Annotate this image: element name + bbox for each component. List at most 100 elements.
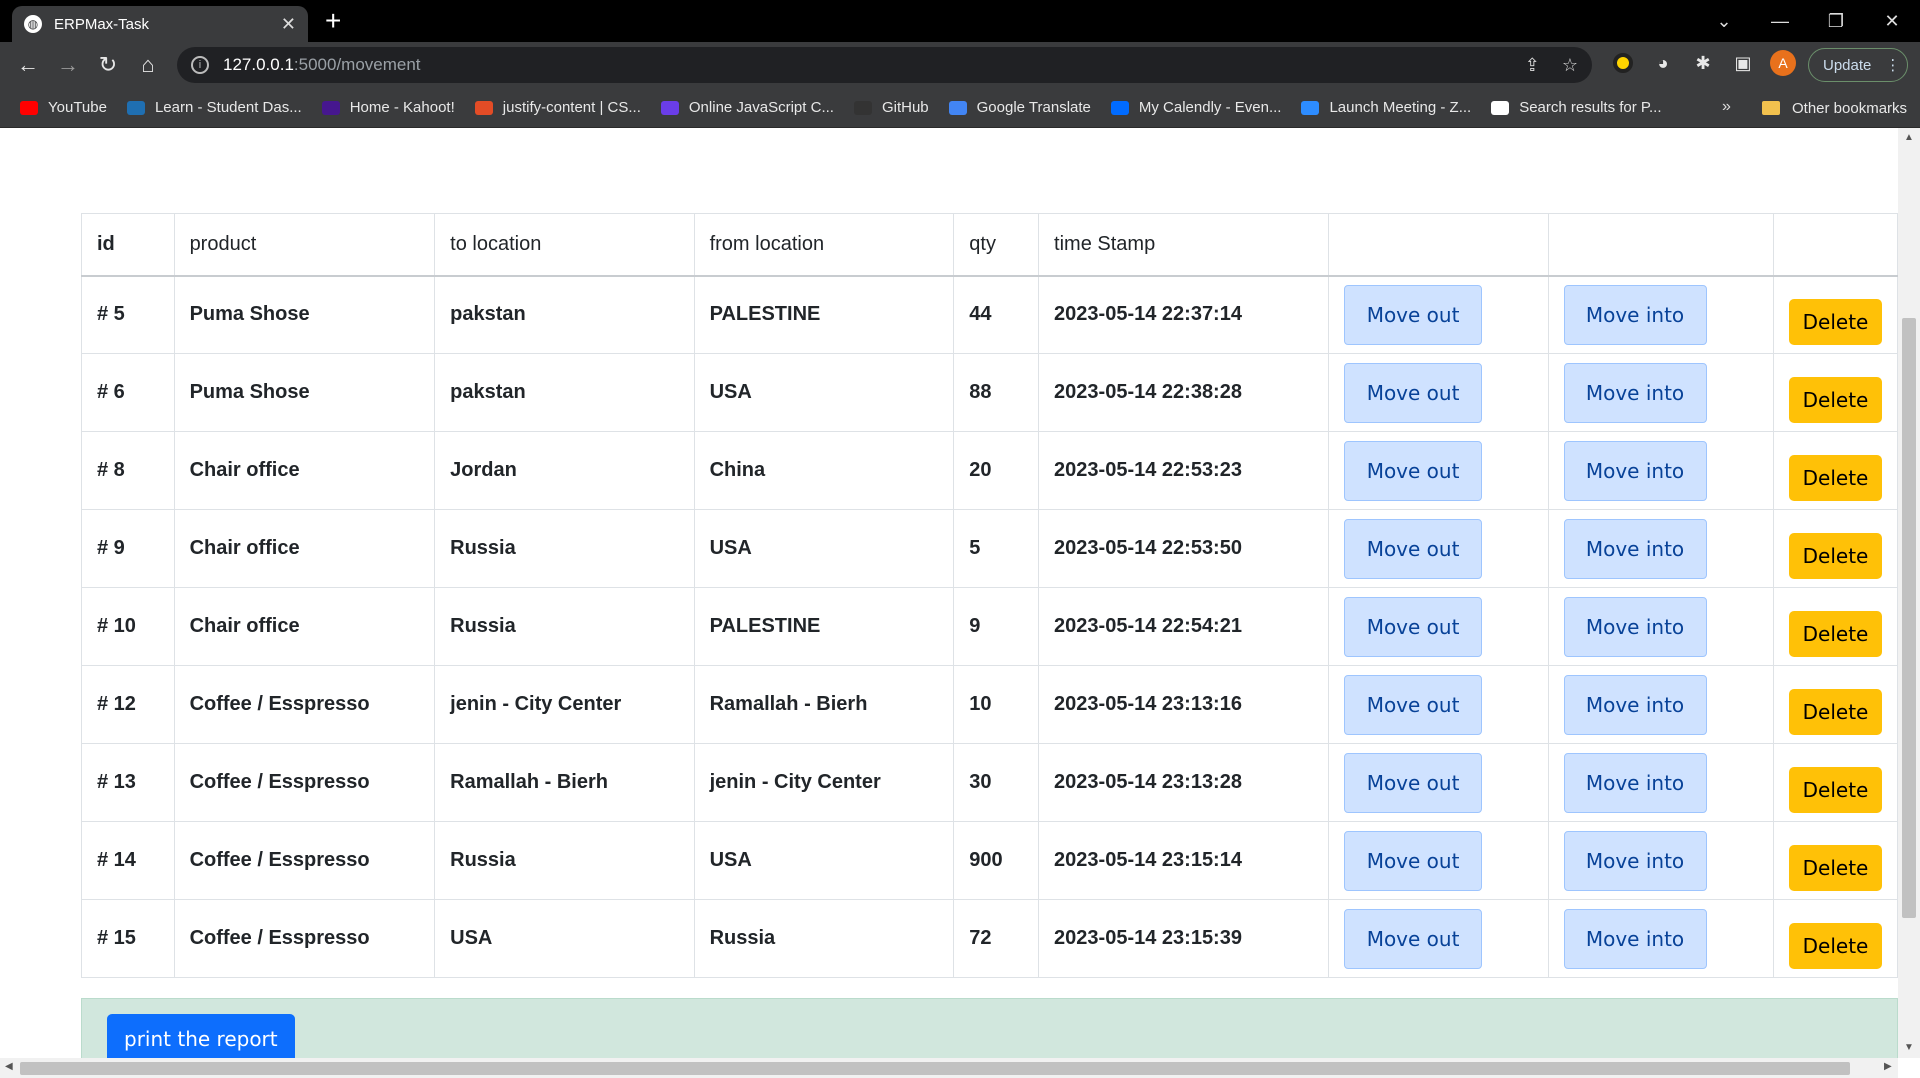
scroll-down-icon[interactable]: ▼	[1904, 1042, 1914, 1053]
vertical-scrollbar[interactable]: ▲ ▼	[1898, 128, 1920, 1058]
bookmark-star-icon[interactable]: ☆	[1562, 55, 1578, 76]
move-out-button[interactable]: Move out	[1344, 597, 1482, 657]
other-bookmarks[interactable]: Other bookmarks	[1762, 88, 1907, 128]
puzzle-icon[interactable]: ✱	[1690, 50, 1716, 76]
horizontal-scroll-thumb[interactable]	[20, 1062, 1850, 1075]
movement-table: id product to location from location qty…	[81, 213, 1898, 978]
bookmarks-overflow-icon[interactable]: »	[1722, 98, 1731, 116]
bookmark-item[interactable]: Online JavaScript C...	[661, 99, 834, 116]
update-label: Update	[1823, 57, 1871, 74]
profile-avatar[interactable]: A	[1770, 50, 1796, 76]
delete-button[interactable]: Delete	[1789, 689, 1882, 735]
move-into-button[interactable]: Move into	[1564, 363, 1707, 423]
cell-qty: 5	[954, 510, 1039, 588]
move-out-button[interactable]: Move out	[1344, 363, 1482, 423]
scroll-up-icon[interactable]: ▲	[1904, 132, 1914, 143]
move-into-button[interactable]: Move into	[1564, 909, 1707, 969]
bookmark-item[interactable]: Search results for P...	[1491, 99, 1661, 116]
site-info-icon[interactable]: i	[191, 56, 209, 74]
delete-button[interactable]: Delete	[1789, 923, 1882, 969]
bookmark-item[interactable]: Google Translate	[949, 99, 1091, 116]
delete-button-cell: Delete	[1774, 276, 1898, 354]
update-button[interactable]: Update ⋮	[1808, 48, 1908, 82]
move-out-button[interactable]: Move out	[1344, 753, 1482, 813]
extension-icon[interactable]	[1610, 50, 1636, 76]
close-window-icon[interactable]: ✕	[1864, 11, 1920, 32]
delete-button[interactable]: Delete	[1789, 455, 1882, 501]
move-into-button[interactable]: Move into	[1564, 753, 1707, 813]
reload-icon[interactable]: ↻	[88, 52, 128, 78]
url-path: :5000/movement	[294, 55, 421, 75]
move-out-button-cell: Move out	[1329, 276, 1548, 354]
cell-time-stamp: 2023-05-14 23:15:14	[1039, 822, 1329, 900]
cell-to-location: Russia	[435, 588, 694, 666]
header-empty	[1774, 214, 1898, 276]
header-time-stamp: time Stamp	[1039, 214, 1329, 276]
move-out-button[interactable]: Move out	[1344, 285, 1482, 345]
move-out-button[interactable]: Move out	[1344, 675, 1482, 735]
tab-search-icon[interactable]: ⌄	[1696, 11, 1752, 32]
cell-id: # 5	[82, 276, 175, 354]
cell-to-location: Ramallah - Bierh	[435, 744, 694, 822]
cell-id: # 14	[82, 822, 175, 900]
move-into-button[interactable]: Move into	[1564, 597, 1707, 657]
move-into-button-cell: Move into	[1548, 354, 1774, 432]
browser-tab[interactable]: ◍ ERPMax-Task ✕	[12, 6, 308, 42]
new-tab-button[interactable]: +	[325, 5, 341, 37]
bookmark-item[interactable]: YouTube	[20, 99, 107, 116]
move-into-button[interactable]: Move into	[1564, 675, 1707, 735]
restore-icon[interactable]: ❐	[1808, 11, 1864, 32]
move-into-button[interactable]: Move into	[1564, 519, 1707, 579]
cell-qty: 20	[954, 432, 1039, 510]
move-out-button[interactable]: Move out	[1344, 441, 1482, 501]
move-out-button-cell: Move out	[1329, 822, 1548, 900]
move-into-button[interactable]: Move into	[1564, 441, 1707, 501]
share-icon[interactable]: ⇪	[1525, 55, 1540, 76]
vertical-scroll-thumb[interactable]	[1902, 318, 1916, 918]
bookmark-label: Launch Meeting - Z...	[1329, 99, 1471, 116]
side-panel-icon[interactable]: ▣	[1730, 50, 1756, 76]
bookmark-item[interactable]: Learn - Student Das...	[127, 99, 302, 116]
cell-from-location: Ramallah - Bierh	[694, 666, 954, 744]
delete-button[interactable]: Delete	[1789, 533, 1882, 579]
address-bar[interactable]: i 127.0.0.1:5000/movement ⇪ ☆	[177, 47, 1592, 83]
cell-from-location: USA	[694, 354, 954, 432]
home-icon[interactable]: ⌂	[128, 52, 168, 78]
delete-button-cell: Delete	[1774, 354, 1898, 432]
move-out-button[interactable]: Move out	[1344, 519, 1482, 579]
delete-button[interactable]: Delete	[1789, 845, 1882, 891]
bookmark-label: My Calendly - Even...	[1139, 99, 1282, 116]
back-arrow-icon[interactable]: ←	[8, 52, 48, 78]
delete-button[interactable]: Delete	[1789, 377, 1882, 423]
bookmark-item[interactable]: GitHub	[854, 99, 929, 116]
delete-button-cell: Delete	[1774, 588, 1898, 666]
bookmark-item[interactable]: Launch Meeting - Z...	[1301, 99, 1471, 116]
minimize-icon[interactable]: —	[1752, 11, 1808, 32]
bookmark-item[interactable]: My Calendly - Even...	[1111, 99, 1282, 116]
delete-button[interactable]: Delete	[1789, 299, 1882, 345]
scroll-left-icon[interactable]: ◀	[5, 1061, 13, 1072]
cell-to-location: Russia	[435, 822, 694, 900]
cell-qty: 10	[954, 666, 1039, 744]
bookmark-favicon-icon	[661, 101, 679, 115]
extension-color-icon[interactable]: ◕	[1650, 50, 1676, 76]
bookmark-label: GitHub	[882, 99, 929, 116]
bookmark-item[interactable]: Home - Kahoot!	[322, 99, 455, 116]
cell-qty: 900	[954, 822, 1039, 900]
move-into-button[interactable]: Move into	[1564, 285, 1707, 345]
move-out-button[interactable]: Move out	[1344, 909, 1482, 969]
cell-product: Coffee / Esspresso	[174, 822, 435, 900]
kebab-menu-icon[interactable]: ⋮	[1885, 56, 1900, 74]
move-into-button[interactable]: Move into	[1564, 831, 1707, 891]
bookmark-item[interactable]: justify-content | CS...	[475, 99, 641, 116]
move-out-button[interactable]: Move out	[1344, 831, 1482, 891]
cell-to-location: pakstan	[435, 276, 694, 354]
print-report-button[interactable]: print the report	[107, 1014, 295, 1058]
cell-time-stamp: 2023-05-14 22:53:50	[1039, 510, 1329, 588]
horizontal-scrollbar[interactable]: ◀ ▶	[0, 1058, 1898, 1078]
delete-button[interactable]: Delete	[1789, 767, 1882, 813]
forward-arrow-icon[interactable]: →	[48, 52, 88, 78]
scroll-right-icon[interactable]: ▶	[1884, 1061, 1892, 1072]
delete-button[interactable]: Delete	[1789, 611, 1882, 657]
close-tab-icon[interactable]: ✕	[281, 14, 296, 35]
